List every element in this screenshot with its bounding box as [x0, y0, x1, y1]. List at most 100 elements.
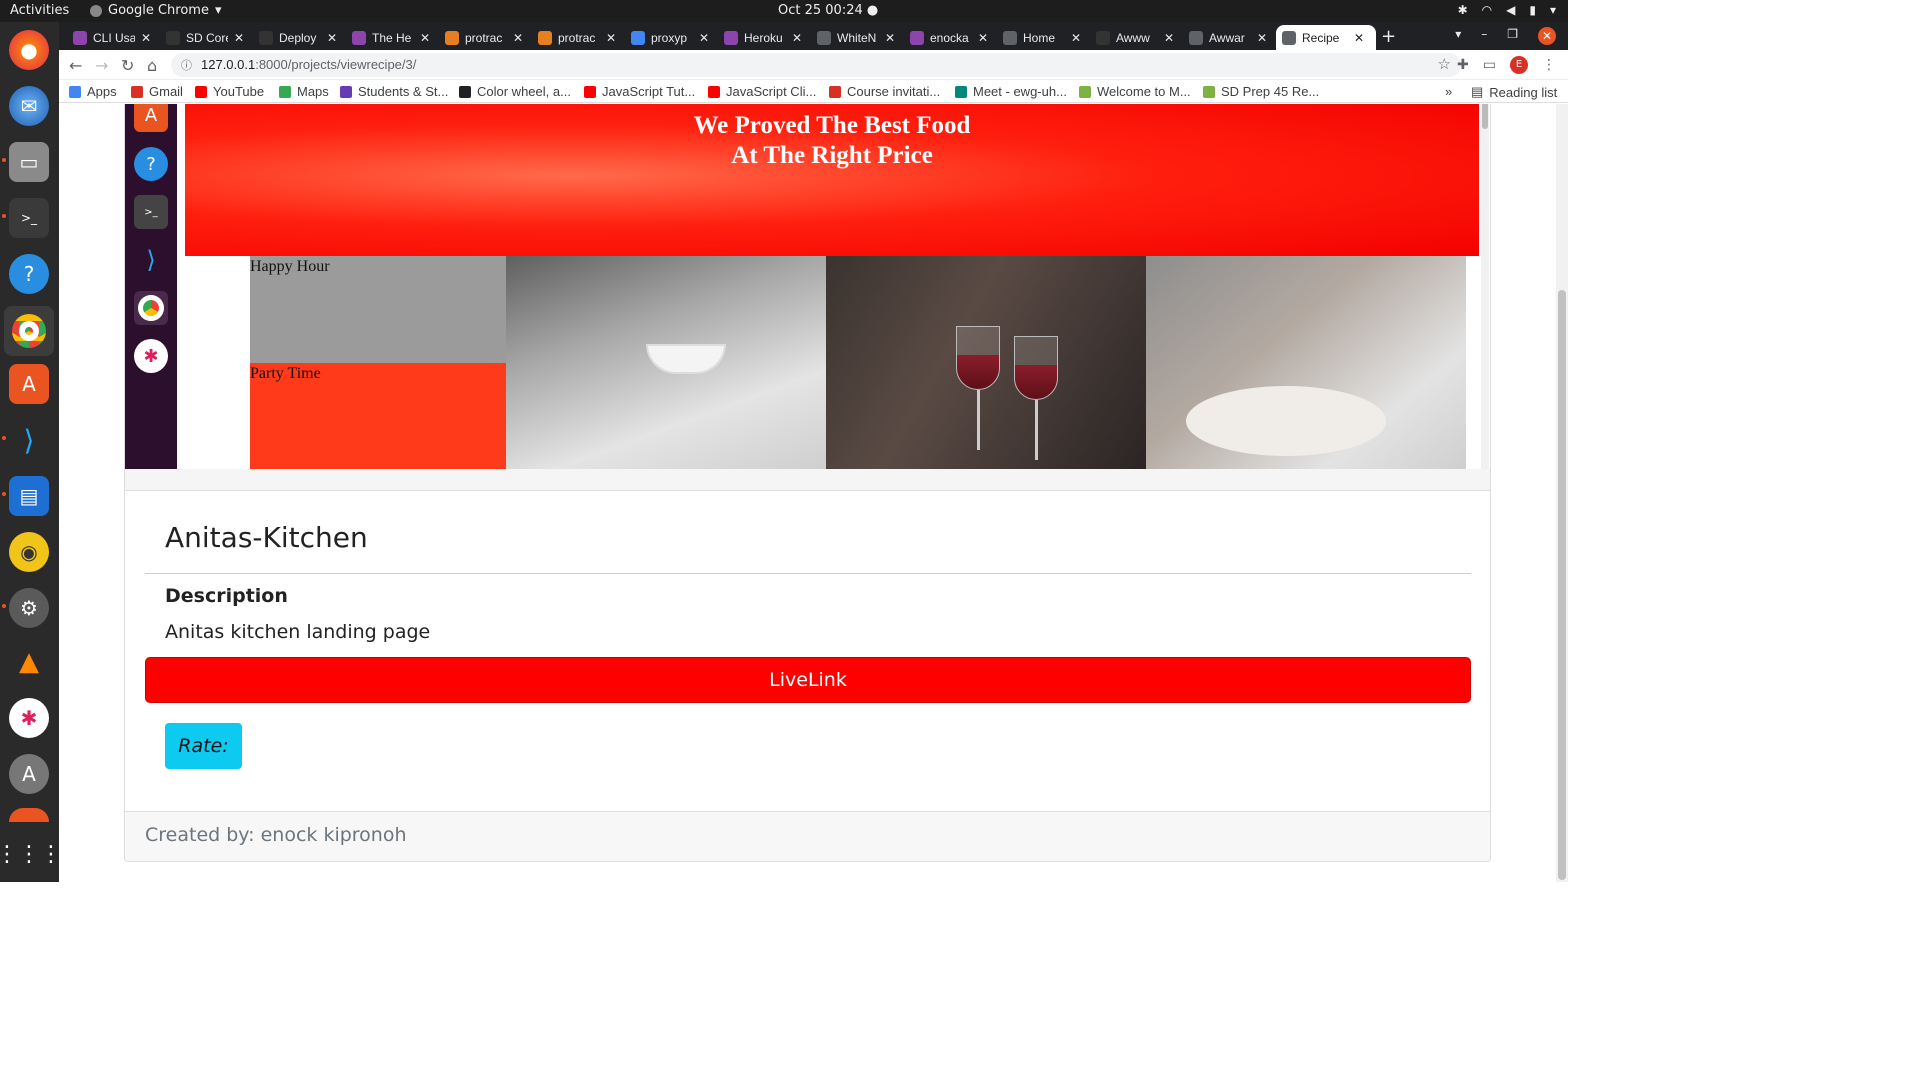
bookmark-star-icon[interactable]: ☆	[1438, 55, 1451, 73]
home-icon[interactable]: ⌂	[147, 56, 157, 75]
system-tray[interactable]: ✱ ◠ ◀ ▮ ▾	[1458, 3, 1556, 17]
page-scroll-thumb[interactable]	[1558, 290, 1566, 880]
vscode-icon[interactable]: ⟩	[9, 420, 49, 460]
bookmark-item[interactable]: Apps	[69, 84, 117, 99]
bookmark-favicon-icon	[708, 85, 720, 98]
bookmark-item[interactable]: JavaScript Tut...	[584, 84, 695, 99]
back-icon[interactable]: ←	[69, 56, 82, 75]
bookmark-item[interactable]: JavaScript Cli...	[708, 84, 816, 99]
bookmark-item[interactable]: Meet - ewg-uh...	[955, 84, 1067, 99]
browser-tab[interactable]: Awwar ✕	[1183, 25, 1273, 50]
chrome-icon[interactable]	[4, 306, 54, 356]
bookmark-label: Students & St...	[358, 84, 449, 99]
browser-tab[interactable]: Home ✕	[997, 25, 1087, 50]
tab-close-icon[interactable]: ✕	[699, 31, 709, 45]
close-window-icon[interactable]: ✕	[1538, 27, 1556, 45]
cast-icon[interactable]: ▭	[1483, 57, 1496, 73]
bookmark-favicon-icon	[1079, 85, 1091, 98]
browser-tab[interactable]: protrac ✕	[532, 25, 622, 50]
writer-icon[interactable]: ▤	[9, 476, 49, 516]
livelink-button[interactable]: LiveLink	[145, 657, 1471, 703]
preview-scroll-thumb[interactable]	[1482, 104, 1488, 129]
tab-close-icon[interactable]: ✕	[1164, 31, 1174, 45]
reload-icon[interactable]: ↻	[121, 56, 134, 75]
project-preview[interactable]: A ? >_ ⟩ ✱ We Proved The Best Food At Th…	[125, 104, 1490, 469]
bookmarks-overflow-icon[interactable]: »	[1445, 84, 1452, 99]
extensions-icon[interactable]: ✚	[1457, 57, 1469, 73]
tab-close-icon[interactable]: ✕	[792, 31, 802, 45]
tab-close-icon[interactable]: ✕	[327, 31, 337, 45]
project-card: A ? >_ ⟩ ✱ We Proved The Best Food At Th…	[124, 104, 1491, 862]
updater-icon[interactable]: A	[9, 754, 49, 794]
minimize-icon[interactable]: –	[1481, 27, 1487, 45]
page-scrollbar[interactable]	[1556, 104, 1568, 882]
tab-close-icon[interactable]: ✕	[606, 31, 616, 45]
tab-title: enocka	[930, 30, 969, 45]
tab-title: Awwar	[1209, 30, 1245, 45]
software-icon[interactable]: A	[9, 364, 49, 404]
browser-tab[interactable]: SD Core ✕	[160, 25, 250, 50]
bookmark-item[interactable]: Welcome to M...	[1079, 84, 1191, 99]
preview-gallery: Happy Hour Party Time	[250, 256, 1466, 469]
tab-close-icon[interactable]: ✕	[978, 31, 988, 45]
chrome-menu-icon[interactable]: ⋮	[1542, 57, 1556, 73]
vlc-icon[interactable]: ▲	[9, 642, 49, 682]
browser-tab[interactable]: enocka ✕	[904, 25, 994, 50]
forward-icon[interactable]: →	[95, 56, 108, 75]
chrome-logo	[12, 314, 46, 348]
toolbar: ← → ↻ ⌂ ⓘ 127.0.0.1:8000/projects/viewre…	[59, 50, 1568, 80]
bookmark-favicon-icon	[955, 85, 967, 98]
bookmark-item[interactable]: Maps	[279, 84, 329, 99]
restore-icon[interactable]: ❐	[1507, 27, 1518, 45]
browser-tab[interactable]: Heroku ✕	[718, 25, 808, 50]
rate-button[interactable]: Rate:	[165, 723, 242, 769]
browser-tab[interactable]: proxyp ✕	[625, 25, 715, 50]
tab-close-icon[interactable]: ✕	[1257, 31, 1267, 45]
help-icon[interactable]: ?	[9, 254, 49, 294]
activities-button[interactable]: Activities	[10, 3, 69, 18]
browser-tab[interactable]: CLI Usa ✕	[67, 25, 157, 50]
wine-stem-right	[1035, 400, 1038, 460]
tab-close-icon[interactable]: ✕	[141, 31, 151, 45]
browser-tab[interactable]: The He ✕	[346, 25, 436, 50]
tab-close-icon[interactable]: ✕	[885, 31, 895, 45]
browser-tab[interactable]: Awww ✕	[1090, 25, 1180, 50]
slack-icon[interactable]: ✱	[9, 698, 49, 738]
tab-close-icon[interactable]: ✕	[1354, 31, 1364, 45]
thunderbird-icon[interactable]: ✉	[9, 86, 49, 126]
show-apps-icon[interactable]: ⋮⋮⋮	[0, 834, 62, 874]
tab-close-icon[interactable]: ✕	[420, 31, 430, 45]
tab-close-icon[interactable]: ✕	[513, 31, 523, 45]
bookmark-item[interactable]: Course invitati...	[829, 84, 940, 99]
bookmark-label: Welcome to M...	[1097, 84, 1191, 99]
tab-search-icon[interactable]: ▾	[1455, 27, 1461, 45]
preview-scrollbar[interactable]	[1481, 104, 1489, 469]
clock[interactable]: Oct 25 00:24 ●	[778, 3, 878, 18]
browser-tab[interactable]: WhiteN ✕	[811, 25, 901, 50]
files-icon[interactable]: ▭	[9, 142, 49, 182]
bookmark-item[interactable]: Color wheel, a...	[459, 84, 571, 99]
tab-close-icon[interactable]: ✕	[1071, 31, 1081, 45]
browser-tab[interactable]: Recipe ✕	[1276, 25, 1376, 50]
ubuntu-partial-icon[interactable]	[9, 808, 49, 822]
firefox-icon[interactable]: ●	[9, 30, 49, 70]
bookmark-item[interactable]: SD Prep 45 Re...	[1203, 84, 1319, 99]
rhythmbox-icon[interactable]: ◉	[9, 532, 49, 572]
site-info-icon[interactable]: ⓘ	[181, 57, 192, 73]
bookmark-item[interactable]: Gmail	[131, 84, 183, 99]
hero-line-2: At The Right Price	[731, 142, 933, 169]
app-menu[interactable]: Google Chrome ▾	[90, 3, 222, 18]
bookmark-item[interactable]: Students & St...	[340, 84, 448, 99]
new-tab-button[interactable]: +	[1381, 26, 1396, 47]
tab-close-icon[interactable]: ✕	[234, 31, 244, 45]
settings-icon[interactable]: ⚙	[9, 588, 49, 628]
browser-tab[interactable]: protrac ✕	[439, 25, 529, 50]
bookmark-item[interactable]: YouTube	[195, 84, 264, 99]
wine-stem-left	[977, 390, 980, 450]
address-bar[interactable]: ⓘ 127.0.0.1:8000/projects/viewrecipe/3/ …	[171, 53, 1461, 77]
browser-tab[interactable]: Deploy ✕	[253, 25, 343, 50]
terminal-icon[interactable]: >_	[9, 198, 49, 238]
profile-avatar[interactable]: E	[1510, 56, 1528, 74]
battery-icon: ▮	[1529, 3, 1536, 17]
reading-list-button[interactable]: ▤ Reading list	[1471, 84, 1557, 100]
